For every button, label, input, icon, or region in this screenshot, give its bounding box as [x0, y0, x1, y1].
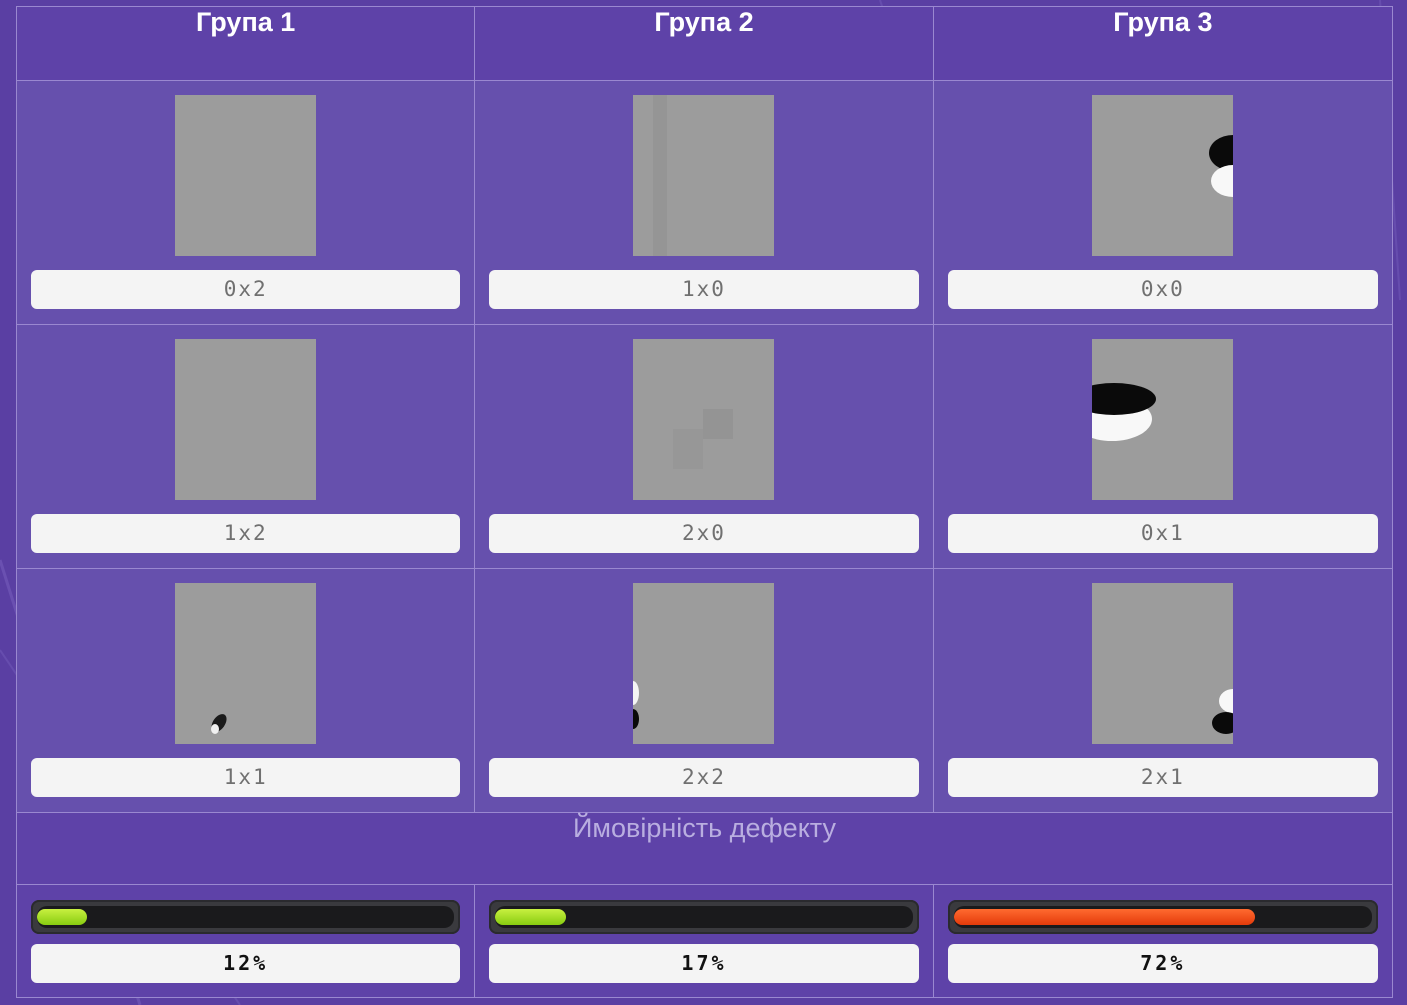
tile-image[interactable]	[1092, 339, 1234, 500]
tile-image[interactable]	[633, 95, 775, 256]
probability-progress-bar	[31, 900, 461, 934]
probability-cell: 72%	[932, 884, 1394, 998]
probability-value: 17%	[489, 944, 919, 983]
tile-row: 0x2 1x0 0x0	[15, 80, 1394, 325]
tile-label: 2x0	[489, 514, 919, 553]
probability-title: Ймовірність дефекту	[16, 812, 1393, 885]
tile-label: 0x0	[947, 270, 1378, 309]
probability-progress-bar	[489, 900, 919, 934]
probability-value: 72%	[947, 944, 1378, 983]
tile-label: 2x1	[947, 758, 1378, 797]
tile-label: 0x2	[31, 270, 461, 309]
defect-grid: Група 1 Група 2 Група 3 0x2 1x0 0x0 1x2 …	[15, 6, 1394, 998]
tile-row: 1x2 2x0 0x1	[15, 324, 1394, 569]
tile-cell: 0x1	[932, 324, 1394, 569]
tile-cell: 2x0	[474, 324, 934, 569]
tile-image[interactable]	[1092, 95, 1234, 256]
tile-cell: 2x2	[474, 568, 934, 813]
tile-image[interactable]	[1092, 583, 1234, 744]
tile-image[interactable]	[633, 583, 775, 744]
tile-cell: 1x2	[15, 324, 476, 569]
probability-progress-bar	[947, 900, 1378, 934]
tile-cell: 2x1	[932, 568, 1394, 813]
probability-bar-fill	[495, 909, 567, 925]
header-row: Група 1 Група 2 Група 3	[15, 6, 1394, 81]
group-2-title: Група 2	[474, 6, 934, 81]
probability-bar-fill	[953, 909, 1255, 925]
probability-cell: 12%	[15, 884, 476, 998]
tile-label: 1x1	[31, 758, 461, 797]
tile-image[interactable]	[175, 95, 317, 256]
group-3-title: Група 3	[932, 6, 1394, 81]
probability-bar-fill	[37, 909, 88, 925]
tile-label: 2x2	[489, 758, 919, 797]
tile-cell: 1x1	[15, 568, 476, 813]
group-1-title: Група 1	[15, 6, 476, 81]
probability-cell: 17%	[474, 884, 934, 998]
tile-cell: 0x2	[15, 80, 476, 325]
probability-title-row: Ймовірність дефекту	[16, 812, 1393, 885]
tile-label: 1x0	[489, 270, 919, 309]
probability-value: 12%	[31, 944, 461, 983]
tile-label: 1x2	[31, 514, 461, 553]
tile-row: 1x1 2x2 2x1	[15, 568, 1394, 813]
tile-cell: 1x0	[474, 80, 934, 325]
tile-label: 0x1	[947, 514, 1378, 553]
tile-image[interactable]	[175, 339, 317, 500]
tile-image[interactable]	[633, 339, 775, 500]
probability-row: 12% 17% 72%	[15, 884, 1394, 998]
tile-image[interactable]	[175, 583, 317, 744]
tile-cell: 0x0	[932, 80, 1394, 325]
